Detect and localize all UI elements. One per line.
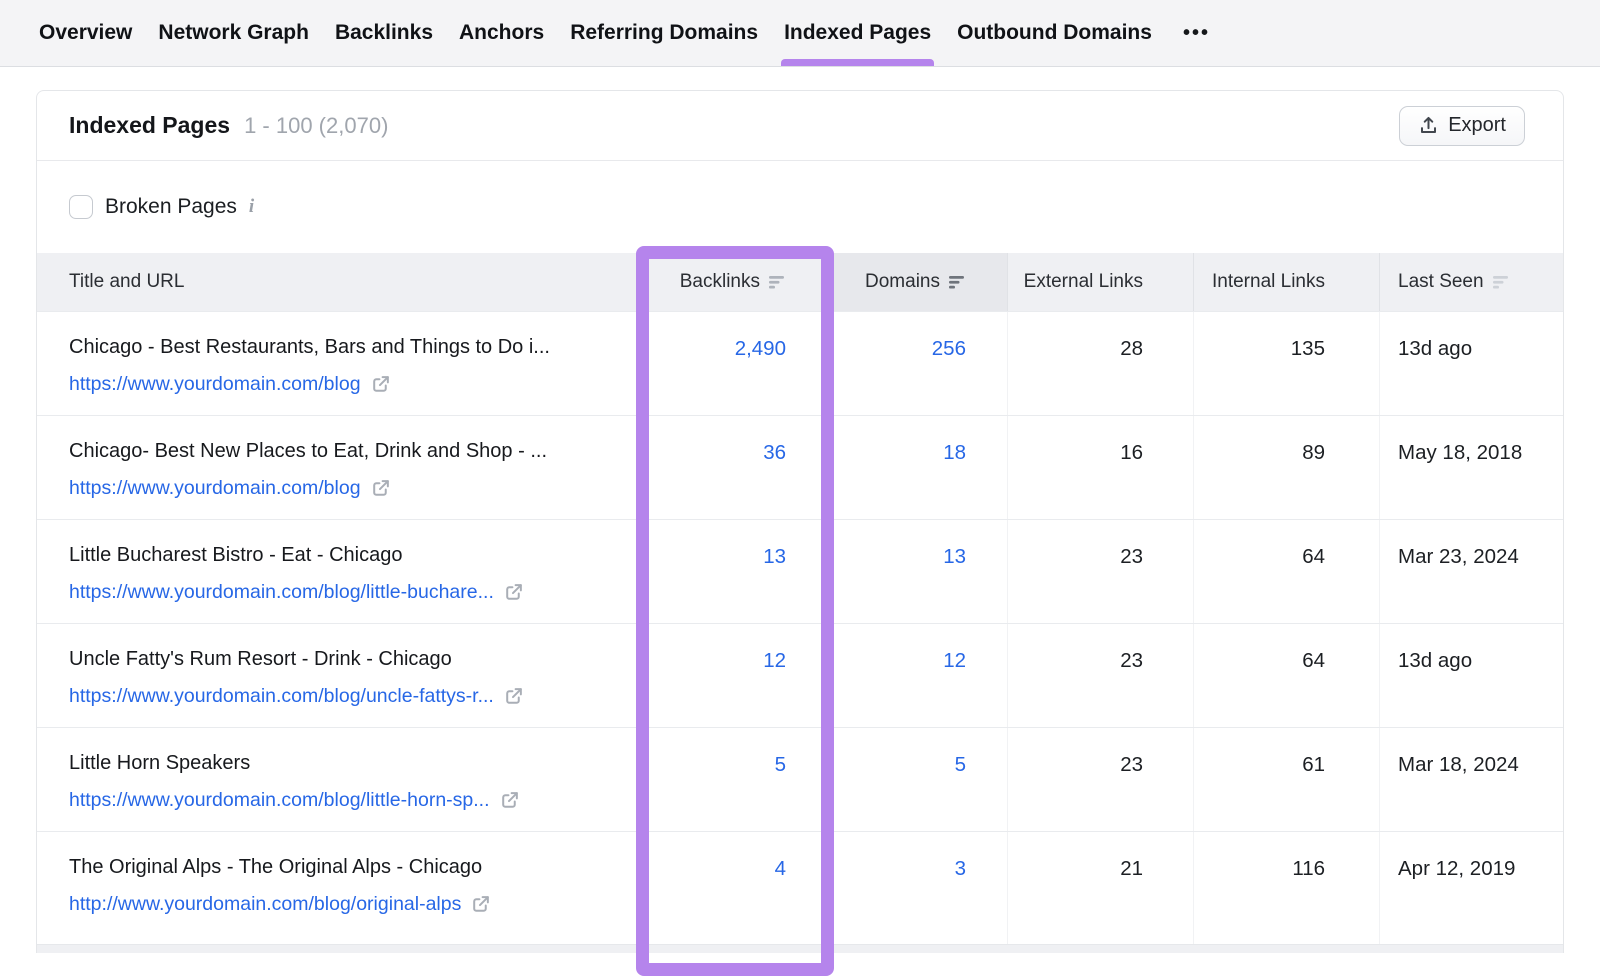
tab-outbound-domains[interactable]: Outbound Domains (956, 0, 1153, 66)
backlinks-count-link[interactable]: 36 (763, 441, 786, 464)
more-tabs-button[interactable]: ••• (1183, 0, 1210, 66)
internal-links-count: 64 (1194, 520, 1380, 623)
last-seen-value: Mar 23, 2024 (1380, 520, 1563, 623)
page-title: Little Horn Speakers (69, 751, 609, 776)
backlinks-count-link[interactable]: 13 (763, 545, 786, 568)
page-url-link[interactable]: https://www.yourdomain.com/blog/little-h… (69, 789, 490, 812)
sort-icon (769, 275, 786, 290)
title-url-cell: Little Horn Speakers https://www.yourdom… (37, 728, 629, 831)
broken-pages-label: Broken Pages (105, 195, 237, 219)
indexed-pages-card: Indexed Pages 1 - 100 (2,070) Export Bro… (36, 90, 1564, 953)
external-link-icon[interactable] (499, 790, 520, 811)
card-header: Indexed Pages 1 - 100 (2,070) Export (37, 91, 1563, 161)
page-url-link[interactable]: https://www.yourdomain.com/blog/little-b… (69, 581, 494, 604)
external-links-count: 21 (1008, 832, 1194, 944)
column-header-internal-links: Internal Links (1194, 253, 1380, 311)
tab-referring-domains[interactable]: Referring Domains (569, 0, 759, 66)
table-row: Chicago - Best Restaurants, Bars and Thi… (37, 311, 1563, 415)
internal-links-count: 61 (1194, 728, 1380, 831)
external-links-count: 23 (1008, 728, 1194, 831)
backlinks-count-link[interactable]: 4 (775, 857, 786, 880)
title-url-cell: Chicago- Best New Places to Eat, Drink a… (37, 416, 629, 519)
last-seen-value: 13d ago (1380, 312, 1563, 415)
last-seen-value: Mar 18, 2024 (1380, 728, 1563, 831)
last-seen-value: Apr 12, 2019 (1380, 832, 1563, 944)
result-range-label: 1 - 100 (2,070) (244, 113, 388, 139)
sort-icon (949, 275, 966, 290)
page-url-link[interactable]: http://www.yourdomain.com/blog/original-… (69, 893, 461, 916)
page-title: Chicago - Best Restaurants, Bars and Thi… (69, 335, 609, 360)
export-button[interactable]: Export (1399, 106, 1525, 146)
last-seen-value: May 18, 2018 (1380, 416, 1563, 519)
external-links-count: 28 (1008, 312, 1194, 415)
tab-network-graph[interactable]: Network Graph (157, 0, 310, 66)
column-header-backlinks[interactable]: Backlinks (629, 253, 834, 311)
internal-links-count: 64 (1194, 624, 1380, 727)
title-url-cell: Little Bucharest Bistro - Eat - Chicago … (37, 520, 629, 623)
external-links-count: 23 (1008, 520, 1194, 623)
external-link-icon[interactable] (370, 374, 391, 395)
internal-links-count: 135 (1194, 312, 1380, 415)
table-row: Little Horn Speakers https://www.yourdom… (37, 727, 1563, 831)
active-tab-underline (781, 59, 934, 66)
domains-count-link[interactable]: 5 (955, 753, 966, 776)
column-header-title-url: Title and URL (37, 253, 629, 311)
external-link-icon[interactable] (370, 478, 391, 499)
last-seen-value: 13d ago (1380, 624, 1563, 727)
page-title: Uncle Fatty's Rum Resort - Drink - Chica… (69, 647, 609, 672)
external-link-icon[interactable] (470, 894, 491, 915)
page-title: Little Bucharest Bistro - Eat - Chicago (69, 543, 609, 568)
title-url-cell: Uncle Fatty's Rum Resort - Drink - Chica… (37, 624, 629, 727)
column-header-last-seen[interactable]: Last Seen (1380, 253, 1563, 311)
card-title: Indexed Pages (69, 112, 230, 139)
domains-count-link[interactable]: 18 (943, 441, 966, 464)
external-link-icon[interactable] (503, 686, 524, 707)
internal-links-count: 89 (1194, 416, 1380, 519)
tab-backlinks[interactable]: Backlinks (334, 0, 434, 66)
backlinks-count-link[interactable]: 5 (775, 753, 786, 776)
tab-overview[interactable]: Overview (38, 0, 133, 66)
table-row: Chicago- Best New Places to Eat, Drink a… (37, 415, 1563, 519)
tab-anchors[interactable]: Anchors (458, 0, 545, 66)
export-icon (1418, 115, 1439, 136)
tab-indexed-pages[interactable]: Indexed Pages (783, 0, 932, 66)
table-row: The Original Alps - The Original Alps - … (37, 831, 1563, 944)
broken-pages-checkbox[interactable] (69, 195, 93, 219)
external-link-icon[interactable] (503, 582, 524, 603)
domains-count-link[interactable]: 3 (955, 857, 966, 880)
domains-count-link[interactable]: 256 (932, 337, 966, 360)
backlinks-count-link[interactable]: 12 (763, 649, 786, 672)
column-header-external-links: External Links (1008, 253, 1194, 311)
page-title: Chicago- Best New Places to Eat, Drink a… (69, 439, 609, 464)
domains-count-link[interactable]: 13 (943, 545, 966, 568)
table-row: Uncle Fatty's Rum Resort - Drink - Chica… (37, 623, 1563, 727)
filter-row: Broken Pages i (37, 161, 1563, 253)
title-url-cell: The Original Alps - The Original Alps - … (37, 832, 629, 944)
internal-links-count: 116 (1194, 832, 1380, 944)
sort-icon (1493, 275, 1510, 290)
page-url-link[interactable]: https://www.yourdomain.com/blog (69, 477, 361, 500)
backlinks-count-link[interactable]: 2,490 (735, 337, 786, 360)
column-header-domains[interactable]: Domains (834, 253, 1008, 311)
info-icon[interactable]: i (249, 196, 254, 218)
page-url-link[interactable]: https://www.yourdomain.com/blog (69, 373, 361, 396)
external-links-count: 16 (1008, 416, 1194, 519)
page-title: The Original Alps - The Original Alps - … (69, 855, 609, 880)
domains-count-link[interactable]: 12 (943, 649, 966, 672)
table-header: Title and URL Backlinks Domains External… (37, 253, 1563, 311)
table-row: Little Bucharest Bistro - Eat - Chicago … (37, 519, 1563, 623)
external-links-count: 23 (1008, 624, 1194, 727)
title-url-cell: Chicago - Best Restaurants, Bars and Thi… (37, 312, 629, 415)
page-url-link[interactable]: https://www.yourdomain.com/blog/uncle-fa… (69, 685, 494, 708)
export-button-label: Export (1448, 114, 1506, 137)
ellipsis-icon: ••• (1183, 22, 1210, 45)
report-tabs-bar: Overview Network Graph Backlinks Anchors… (0, 0, 1600, 67)
